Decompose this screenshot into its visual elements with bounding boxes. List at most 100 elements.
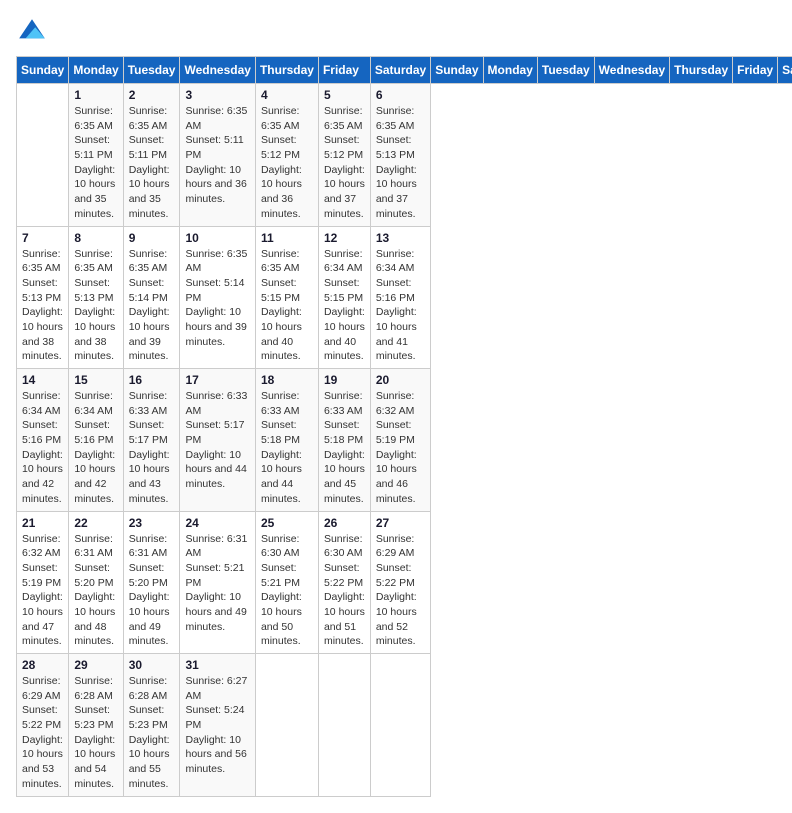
day-info: Sunrise: 6:28 AMSunset: 5:23 PMDaylight:… bbox=[74, 674, 117, 792]
day-number: 28 bbox=[22, 658, 63, 672]
header-wednesday: Wednesday bbox=[180, 57, 255, 84]
day-number: 19 bbox=[324, 373, 365, 387]
header-wednesday: Wednesday bbox=[594, 57, 669, 84]
day-cell: 2 Sunrise: 6:35 AMSunset: 5:11 PMDayligh… bbox=[123, 84, 180, 227]
day-cell: 19 Sunrise: 6:33 AMSunset: 5:18 PMDaylig… bbox=[318, 369, 370, 512]
day-number: 29 bbox=[74, 658, 117, 672]
day-info: Sunrise: 6:34 AMSunset: 5:16 PMDaylight:… bbox=[22, 389, 63, 507]
day-number: 24 bbox=[185, 516, 249, 530]
day-info: Sunrise: 6:31 AMSunset: 5:20 PMDaylight:… bbox=[74, 532, 117, 650]
day-number: 6 bbox=[376, 88, 425, 102]
header-tuesday: Tuesday bbox=[123, 57, 180, 84]
day-info: Sunrise: 6:33 AMSunset: 5:18 PMDaylight:… bbox=[324, 389, 365, 507]
page-header bbox=[16, 16, 776, 48]
day-number: 3 bbox=[185, 88, 249, 102]
day-cell bbox=[17, 84, 69, 227]
header-thursday: Thursday bbox=[255, 57, 318, 84]
header-monday: Monday bbox=[69, 57, 123, 84]
day-number: 25 bbox=[261, 516, 313, 530]
day-number: 1 bbox=[74, 88, 117, 102]
day-cell: 24 Sunrise: 6:31 AMSunset: 5:21 PMDaylig… bbox=[180, 511, 255, 654]
day-info: Sunrise: 6:35 AMSunset: 5:12 PMDaylight:… bbox=[324, 104, 365, 222]
day-info: Sunrise: 6:31 AMSunset: 5:20 PMDaylight:… bbox=[129, 532, 175, 650]
day-number: 30 bbox=[129, 658, 175, 672]
day-cell: 8 Sunrise: 6:35 AMSunset: 5:13 PMDayligh… bbox=[69, 226, 123, 369]
day-info: Sunrise: 6:32 AMSunset: 5:19 PMDaylight:… bbox=[376, 389, 425, 507]
day-cell: 27 Sunrise: 6:29 AMSunset: 5:22 PMDaylig… bbox=[370, 511, 430, 654]
day-number: 14 bbox=[22, 373, 63, 387]
header-sunday: Sunday bbox=[17, 57, 69, 84]
week-row-5: 28 Sunrise: 6:29 AMSunset: 5:22 PMDaylig… bbox=[17, 654, 792, 797]
day-number: 31 bbox=[185, 658, 249, 672]
day-number: 7 bbox=[22, 231, 63, 245]
header-saturday: Saturday bbox=[778, 57, 792, 84]
day-cell: 11 Sunrise: 6:35 AMSunset: 5:15 PMDaylig… bbox=[255, 226, 318, 369]
week-row-1: 1 Sunrise: 6:35 AMSunset: 5:11 PMDayligh… bbox=[17, 84, 792, 227]
day-number: 11 bbox=[261, 231, 313, 245]
day-cell: 15 Sunrise: 6:34 AMSunset: 5:16 PMDaylig… bbox=[69, 369, 123, 512]
day-info: Sunrise: 6:33 AMSunset: 5:18 PMDaylight:… bbox=[261, 389, 313, 507]
day-number: 2 bbox=[129, 88, 175, 102]
day-cell bbox=[318, 654, 370, 797]
day-info: Sunrise: 6:29 AMSunset: 5:22 PMDaylight:… bbox=[22, 674, 63, 792]
day-cell: 25 Sunrise: 6:30 AMSunset: 5:21 PMDaylig… bbox=[255, 511, 318, 654]
day-cell: 12 Sunrise: 6:34 AMSunset: 5:15 PMDaylig… bbox=[318, 226, 370, 369]
day-cell: 30 Sunrise: 6:28 AMSunset: 5:23 PMDaylig… bbox=[123, 654, 180, 797]
header-friday: Friday bbox=[318, 57, 370, 84]
day-cell: 31 Sunrise: 6:27 AMSunset: 5:24 PMDaylig… bbox=[180, 654, 255, 797]
day-cell: 3 Sunrise: 6:35 AMSunset: 5:11 PMDayligh… bbox=[180, 84, 255, 227]
day-number: 15 bbox=[74, 373, 117, 387]
day-cell: 10 Sunrise: 6:35 AMSunset: 5:14 PMDaylig… bbox=[180, 226, 255, 369]
day-info: Sunrise: 6:30 AMSunset: 5:21 PMDaylight:… bbox=[261, 532, 313, 650]
day-cell: 1 Sunrise: 6:35 AMSunset: 5:11 PMDayligh… bbox=[69, 84, 123, 227]
header-thursday: Thursday bbox=[670, 57, 733, 84]
day-cell: 22 Sunrise: 6:31 AMSunset: 5:20 PMDaylig… bbox=[69, 511, 123, 654]
day-info: Sunrise: 6:35 AMSunset: 5:13 PMDaylight:… bbox=[74, 247, 117, 365]
day-info: Sunrise: 6:31 AMSunset: 5:21 PMDaylight:… bbox=[185, 532, 249, 635]
day-info: Sunrise: 6:33 AMSunset: 5:17 PMDaylight:… bbox=[129, 389, 175, 507]
day-info: Sunrise: 6:35 AMSunset: 5:11 PMDaylight:… bbox=[74, 104, 117, 222]
day-number: 10 bbox=[185, 231, 249, 245]
day-info: Sunrise: 6:29 AMSunset: 5:22 PMDaylight:… bbox=[376, 532, 425, 650]
day-number: 26 bbox=[324, 516, 365, 530]
logo bbox=[16, 16, 52, 48]
day-info: Sunrise: 6:34 AMSunset: 5:15 PMDaylight:… bbox=[324, 247, 365, 365]
day-info: Sunrise: 6:35 AMSunset: 5:15 PMDaylight:… bbox=[261, 247, 313, 365]
day-number: 27 bbox=[376, 516, 425, 530]
day-info: Sunrise: 6:34 AMSunset: 5:16 PMDaylight:… bbox=[376, 247, 425, 365]
calendar-table: SundayMondayTuesdayWednesdayThursdayFrid… bbox=[16, 56, 792, 797]
day-cell: 21 Sunrise: 6:32 AMSunset: 5:19 PMDaylig… bbox=[17, 511, 69, 654]
day-info: Sunrise: 6:33 AMSunset: 5:17 PMDaylight:… bbox=[185, 389, 249, 492]
day-info: Sunrise: 6:35 AMSunset: 5:14 PMDaylight:… bbox=[185, 247, 249, 350]
day-number: 20 bbox=[376, 373, 425, 387]
day-info: Sunrise: 6:27 AMSunset: 5:24 PMDaylight:… bbox=[185, 674, 249, 777]
header-monday: Monday bbox=[483, 57, 537, 84]
day-info: Sunrise: 6:35 AMSunset: 5:14 PMDaylight:… bbox=[129, 247, 175, 365]
day-number: 16 bbox=[129, 373, 175, 387]
day-number: 23 bbox=[129, 516, 175, 530]
day-cell: 28 Sunrise: 6:29 AMSunset: 5:22 PMDaylig… bbox=[17, 654, 69, 797]
day-info: Sunrise: 6:35 AMSunset: 5:12 PMDaylight:… bbox=[261, 104, 313, 222]
header-tuesday: Tuesday bbox=[537, 57, 594, 84]
day-number: 17 bbox=[185, 373, 249, 387]
header-sunday: Sunday bbox=[431, 57, 483, 84]
day-number: 22 bbox=[74, 516, 117, 530]
day-cell: 16 Sunrise: 6:33 AMSunset: 5:17 PMDaylig… bbox=[123, 369, 180, 512]
week-row-2: 7 Sunrise: 6:35 AMSunset: 5:13 PMDayligh… bbox=[17, 226, 792, 369]
day-info: Sunrise: 6:35 AMSunset: 5:11 PMDaylight:… bbox=[129, 104, 175, 222]
day-number: 18 bbox=[261, 373, 313, 387]
day-number: 4 bbox=[261, 88, 313, 102]
day-cell: 7 Sunrise: 6:35 AMSunset: 5:13 PMDayligh… bbox=[17, 226, 69, 369]
day-info: Sunrise: 6:30 AMSunset: 5:22 PMDaylight:… bbox=[324, 532, 365, 650]
day-info: Sunrise: 6:35 AMSunset: 5:13 PMDaylight:… bbox=[376, 104, 425, 222]
header-saturday: Saturday bbox=[370, 57, 430, 84]
logo-icon bbox=[16, 16, 48, 48]
calendar-header-row: SundayMondayTuesdayWednesdayThursdayFrid… bbox=[17, 57, 792, 84]
day-cell: 20 Sunrise: 6:32 AMSunset: 5:19 PMDaylig… bbox=[370, 369, 430, 512]
week-row-4: 21 Sunrise: 6:32 AMSunset: 5:19 PMDaylig… bbox=[17, 511, 792, 654]
day-cell: 17 Sunrise: 6:33 AMSunset: 5:17 PMDaylig… bbox=[180, 369, 255, 512]
day-number: 12 bbox=[324, 231, 365, 245]
day-cell: 26 Sunrise: 6:30 AMSunset: 5:22 PMDaylig… bbox=[318, 511, 370, 654]
day-cell: 29 Sunrise: 6:28 AMSunset: 5:23 PMDaylig… bbox=[69, 654, 123, 797]
day-info: Sunrise: 6:34 AMSunset: 5:16 PMDaylight:… bbox=[74, 389, 117, 507]
